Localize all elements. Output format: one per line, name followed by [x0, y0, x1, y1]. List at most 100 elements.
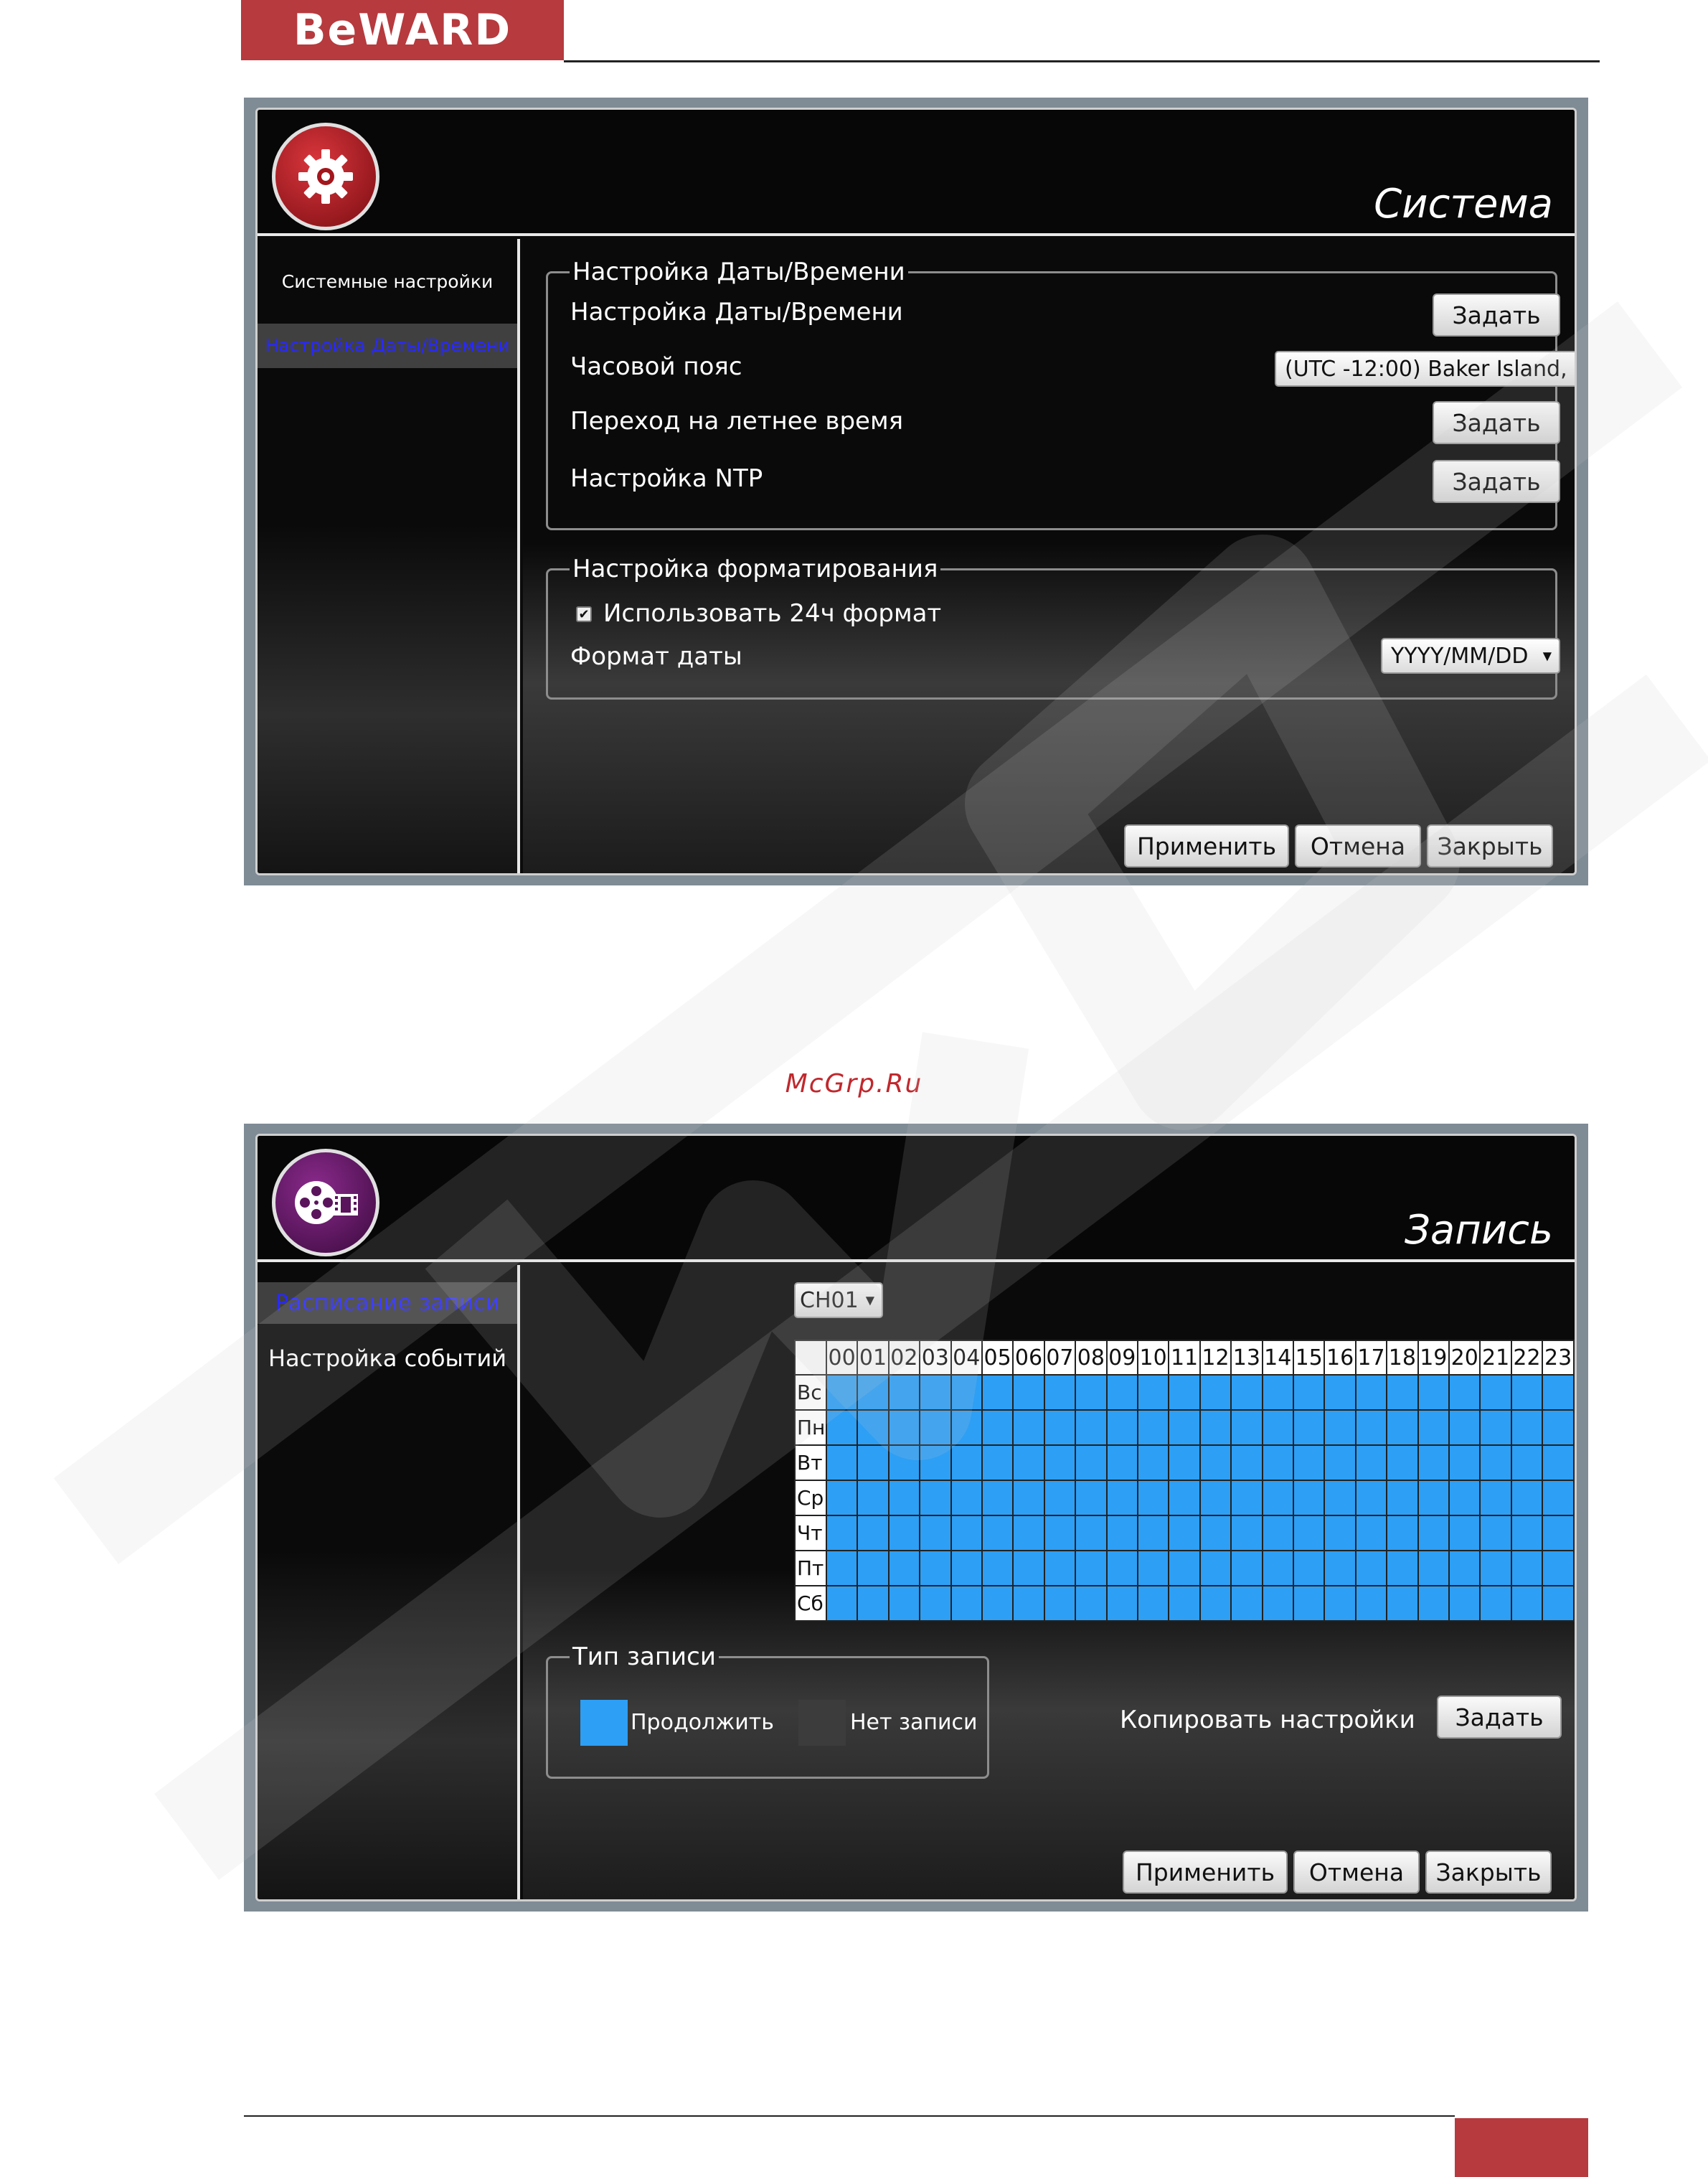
schedule-cell[interactable]	[1199, 1480, 1232, 1516]
schedule-cell[interactable]	[825, 1409, 859, 1446]
datetime-set-button[interactable]: Задать	[1433, 293, 1560, 337]
schedule-cell[interactable]	[950, 1444, 983, 1481]
schedule-cell[interactable]	[1354, 1585, 1388, 1622]
schedule-cell[interactable]	[1105, 1409, 1138, 1446]
cancel-button[interactable]: Отмена	[1295, 824, 1421, 867]
hour-header[interactable]: 11	[1168, 1340, 1201, 1376]
hour-header[interactable]: 00	[825, 1340, 859, 1376]
schedule-cell[interactable]	[1479, 1409, 1512, 1446]
schedule-cell[interactable]	[1448, 1409, 1481, 1446]
schedule-cell[interactable]	[1105, 1374, 1138, 1411]
day-label[interactable]: Сб	[794, 1585, 827, 1622]
schedule-cell[interactable]	[1510, 1409, 1544, 1446]
hour-header[interactable]: 13	[1230, 1340, 1263, 1376]
schedule-cell[interactable]	[1043, 1444, 1077, 1481]
day-label[interactable]: Вс	[794, 1374, 827, 1411]
schedule-cell[interactable]	[825, 1374, 859, 1411]
schedule-cell[interactable]	[981, 1550, 1014, 1586]
use24-checkbox[interactable]: ✔	[576, 606, 592, 622]
schedule-cell[interactable]	[1292, 1585, 1326, 1622]
schedule-cell[interactable]	[1168, 1480, 1201, 1516]
schedule-cell[interactable]	[1479, 1550, 1512, 1586]
schedule-cell[interactable]	[1354, 1515, 1388, 1551]
schedule-cell[interactable]	[950, 1550, 983, 1586]
schedule-cell[interactable]	[1386, 1480, 1419, 1516]
schedule-cell[interactable]	[1075, 1550, 1108, 1586]
schedule-cell[interactable]	[1230, 1515, 1263, 1551]
schedule-cell[interactable]	[1261, 1550, 1294, 1586]
schedule-cell[interactable]	[1448, 1444, 1481, 1481]
schedule-cell[interactable]	[1417, 1409, 1450, 1446]
schedule-cell[interactable]	[1386, 1550, 1419, 1586]
schedule-cell[interactable]	[919, 1409, 952, 1446]
schedule-cell[interactable]	[887, 1550, 921, 1586]
schedule-cell[interactable]	[1012, 1550, 1045, 1586]
schedule-cell[interactable]	[1386, 1444, 1419, 1481]
schedule-cell[interactable]	[1168, 1409, 1201, 1446]
schedule-cell[interactable]	[1043, 1585, 1077, 1622]
schedule-cell[interactable]	[1324, 1515, 1357, 1551]
schedule-cell[interactable]	[887, 1374, 921, 1411]
schedule-cell[interactable]	[857, 1550, 890, 1586]
schedule-cell[interactable]	[1136, 1409, 1170, 1446]
schedule-cell[interactable]	[1542, 1444, 1575, 1481]
hour-header[interactable]: 03	[919, 1340, 952, 1376]
schedule-cell[interactable]	[1136, 1515, 1170, 1551]
schedule-cell[interactable]	[887, 1515, 921, 1551]
schedule-cell[interactable]	[1012, 1515, 1045, 1551]
schedule-cell[interactable]	[825, 1585, 859, 1622]
schedule-cell[interactable]	[1043, 1409, 1077, 1446]
schedule-cell[interactable]	[1012, 1585, 1045, 1622]
schedule-cell[interactable]	[825, 1550, 859, 1586]
hour-header[interactable]: 14	[1261, 1340, 1294, 1376]
schedule-cell[interactable]	[887, 1444, 921, 1481]
schedule-cell[interactable]	[1230, 1374, 1263, 1411]
schedule-cell[interactable]	[825, 1515, 859, 1551]
schedule-cell[interactable]	[1386, 1374, 1419, 1411]
schedule-cell[interactable]	[1199, 1374, 1232, 1411]
schedule-cell[interactable]	[1510, 1444, 1544, 1481]
schedule-cell[interactable]	[1261, 1585, 1294, 1622]
schedule-cell[interactable]	[1324, 1585, 1357, 1622]
schedule-cell[interactable]	[981, 1409, 1014, 1446]
schedule-cell[interactable]	[1324, 1550, 1357, 1586]
hour-header[interactable]: 16	[1324, 1340, 1357, 1376]
close-button[interactable]: Закрыть	[1427, 824, 1553, 867]
schedule-cell[interactable]	[1075, 1409, 1108, 1446]
schedule-cell[interactable]	[1230, 1444, 1263, 1481]
schedule-cell[interactable]	[887, 1480, 921, 1516]
schedule-cell[interactable]	[1136, 1444, 1170, 1481]
schedule-cell[interactable]	[1230, 1480, 1263, 1516]
schedule-cell[interactable]	[1168, 1374, 1201, 1411]
schedule-cell[interactable]	[1261, 1480, 1294, 1516]
copy-set-button[interactable]: Задать	[1437, 1696, 1562, 1739]
dst-set-button[interactable]: Задать	[1433, 401, 1560, 444]
channel-select[interactable]: CH01 ▼	[794, 1282, 883, 1318]
hour-header[interactable]: 05	[981, 1340, 1014, 1376]
hour-header[interactable]: 22	[1510, 1340, 1544, 1376]
schedule-cell[interactable]	[981, 1374, 1014, 1411]
schedule-cell[interactable]	[1417, 1585, 1450, 1622]
schedule-cell[interactable]	[1105, 1585, 1138, 1622]
schedule-cell[interactable]	[1542, 1550, 1575, 1586]
schedule-cell[interactable]	[1479, 1480, 1512, 1516]
hour-header[interactable]: 17	[1354, 1340, 1388, 1376]
schedule-cell[interactable]	[919, 1374, 952, 1411]
schedule-cell[interactable]	[1230, 1409, 1263, 1446]
hour-header[interactable]: 10	[1136, 1340, 1170, 1376]
close-button[interactable]: Закрыть	[1425, 1851, 1552, 1894]
schedule-cell[interactable]	[1292, 1409, 1326, 1446]
day-label[interactable]: Ср	[794, 1480, 827, 1516]
schedule-cell[interactable]	[950, 1409, 983, 1446]
schedule-cell[interactable]	[1542, 1374, 1575, 1411]
schedule-cell[interactable]	[1012, 1374, 1045, 1411]
date-format-select[interactable]: YYYY/MM/DD ▼	[1381, 638, 1560, 674]
schedule-cell[interactable]	[1417, 1374, 1450, 1411]
hour-header[interactable]: 08	[1075, 1340, 1108, 1376]
schedule-cell[interactable]	[1292, 1444, 1326, 1481]
hour-header[interactable]: 06	[1012, 1340, 1045, 1376]
schedule-cell[interactable]	[1324, 1444, 1357, 1481]
schedule-cell[interactable]	[1199, 1444, 1232, 1481]
schedule-cell[interactable]	[919, 1480, 952, 1516]
schedule-cell[interactable]	[919, 1585, 952, 1622]
